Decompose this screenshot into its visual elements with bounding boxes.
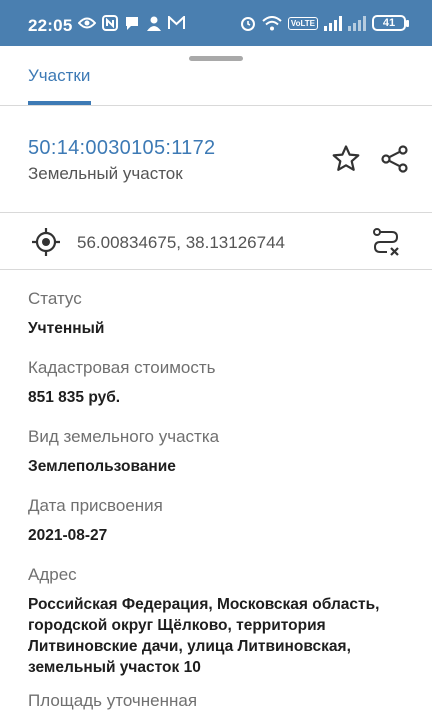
assignment-date-label: Дата присвоения	[28, 496, 163, 515]
land-type-field: Вид земельного участка Землепользование	[28, 427, 418, 477]
land-type-label: Вид земельного участка	[28, 427, 220, 446]
object-type: Земельный участок	[28, 164, 183, 183]
volte-icon: VoLTE	[287, 16, 318, 30]
cadastral-value-label: Кадастровая стоимость	[28, 358, 216, 377]
cadastral-value-value: 851 835 руб.	[28, 389, 121, 406]
chat-icon	[126, 17, 138, 30]
assignment-date-value: 2021-08-27	[28, 527, 108, 544]
drag-handle[interactable]	[189, 56, 243, 61]
status-field: Статус Учтенный	[28, 289, 418, 339]
nfc-icon	[102, 15, 118, 31]
tab-active-indicator	[28, 101, 91, 105]
favorite-button[interactable]	[331, 144, 361, 174]
status-time: 22:05	[28, 16, 73, 35]
crosshair-icon	[32, 228, 60, 256]
address-label: Адрес	[28, 565, 77, 584]
address-value: Российская Федерация, Московская область…	[28, 594, 418, 678]
wifi-icon	[262, 15, 282, 30]
eye-icon	[78, 17, 96, 29]
person-icon	[147, 16, 161, 31]
route-icon	[373, 228, 399, 256]
address-line: земельный участок 10	[28, 659, 201, 676]
coordinates-text[interactable]: 56.00834675, 38.13126744	[77, 233, 285, 253]
alarm-icon	[240, 17, 255, 31]
cadastral-value-field: Кадастровая стоимость 851 835 руб.	[28, 358, 418, 408]
address-field: Адрес Российская Федерация, Московская о…	[28, 565, 418, 678]
cadastral-number[interactable]: 50:14:0030105:1172	[28, 137, 215, 160]
address-line: Российская Федерация, Московская область…	[28, 596, 380, 613]
status-value: Учтенный	[28, 320, 105, 337]
land-type-value: Землепользование	[28, 458, 176, 475]
tab-parcels[interactable]: Участки	[28, 66, 90, 86]
star-icon	[332, 145, 360, 171]
battery-icon: 41	[372, 15, 409, 31]
share-button[interactable]	[380, 144, 410, 174]
status-left-icons	[78, 15, 185, 31]
tab-bar: Участки	[0, 62, 432, 106]
locate-button[interactable]	[31, 227, 61, 257]
signal-icon-2	[348, 15, 366, 31]
signal-icon	[324, 15, 342, 31]
area-field: Площадь уточненная	[28, 691, 418, 710]
status-bar: 22:05 VoLTE 41	[0, 0, 432, 46]
address-line: городской округ Щёлково, территория	[28, 617, 326, 634]
route-button[interactable]	[370, 226, 402, 258]
address-line: Литвиновские дачи, улица Литвиновская,	[28, 638, 351, 655]
status-right-icons: VoLTE 41	[240, 15, 409, 31]
share-icon	[381, 145, 408, 173]
area-label: Площадь уточненная	[28, 691, 198, 710]
parcel-header: 50:14:0030105:1172 Земельный участок	[0, 106, 432, 213]
mail-icon	[168, 16, 185, 29]
status-label: Статус	[28, 289, 82, 308]
assignment-date-field: Дата присвоения 2021-08-27	[28, 496, 418, 546]
coordinates-row: 56.00834675, 38.13126744	[0, 213, 432, 270]
